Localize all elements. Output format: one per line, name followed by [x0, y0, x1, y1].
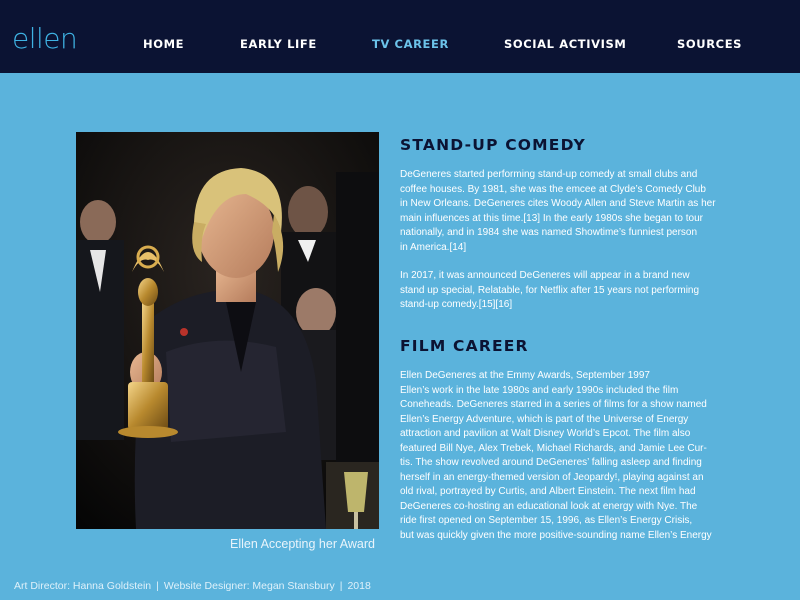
text-line: ride first opened on September 15, 1996,…	[400, 515, 693, 526]
separator: |	[156, 580, 159, 592]
standup-paragraph-2: In 2017, it was announced DeGeneres will…	[400, 269, 752, 313]
text-line: featured Bill Nye, Alex Trebek, Michael …	[400, 442, 707, 454]
main-nav: HOME EARLY LIFE TV CAREER SOCIAL ACTIVIS…	[0, 36, 800, 54]
nav-home[interactable]: HOME	[143, 36, 184, 52]
text-line: Coneheads. DeGeneres starred in a series…	[400, 399, 707, 410]
text-line: stand-up comedy.[15][16]	[400, 299, 513, 310]
top-navigation-bar: ellen HOME EARLY LIFE TV CAREER SOCIAL A…	[0, 0, 800, 73]
text-line: DeGeneres started performing stand-up co…	[400, 169, 698, 180]
standup-paragraph-1: DeGeneres started performing stand-up co…	[400, 168, 752, 255]
text-line: attraction and pavilion at Walt Disney W…	[400, 428, 691, 439]
text-line: nationally, and in 1984 she was named Sh…	[400, 227, 698, 238]
text-line: Ellen’s work in the late 1980s and early…	[400, 384, 679, 396]
nav-tv-career[interactable]: TV CAREER	[372, 36, 449, 52]
film-career-paragraph: Ellen DeGeneres at the Emmy Awards, Sept…	[400, 369, 752, 543]
text-line: but was quickly given the more positive-…	[400, 529, 712, 541]
text-line: tis. The show revolved around DeGeneres’…	[400, 457, 702, 468]
nav-social-activism[interactable]: SOCIAL ACTIVISM	[504, 36, 626, 52]
credits-footer: Art Director: Hanna Goldstein | Website De…	[14, 579, 371, 593]
text-line: stand up special, Relatable, for Netflix…	[400, 284, 700, 296]
text-line: In 2017, it was announced DeGeneres will…	[400, 270, 690, 281]
text-line: DeGeneres co-hosting an educational look…	[400, 500, 698, 512]
ellen-award-photo	[76, 132, 379, 529]
text-line: Ellen DeGeneres at the Emmy Awards, Sept…	[400, 370, 650, 381]
text-line: main influences at this time.[13] In the…	[400, 212, 703, 224]
photo-caption: Ellen Accepting her Award	[229, 537, 375, 551]
text-line: herself in an energy-themed version of J…	[400, 471, 704, 483]
standup-heading: STAND-UP COMEDY	[400, 136, 586, 154]
designer-credit: Website Designer: Megan Stansbury	[163, 580, 335, 592]
art-director-credit: Art Director: Hanna Goldstein	[14, 580, 152, 592]
nav-sources[interactable]: SOURCES	[677, 36, 742, 52]
text-line: in New Orleans. DeGeneres cites Woody Al…	[400, 198, 716, 209]
separator: |	[339, 580, 343, 592]
film-career-heading: FILM CAREER	[400, 337, 529, 355]
nav-early-life[interactable]: EARLY LIFE	[240, 36, 317, 52]
text-line: Ellen’s Energy Adventure, which is part …	[400, 413, 689, 425]
text-line: coffee houses. By 1981, she was the emce…	[400, 183, 706, 195]
text-line: old rival, portrayed by Curtis, and Albe…	[400, 486, 696, 497]
footer-year: 2018	[347, 580, 371, 592]
text-line: in America.[14]	[400, 241, 467, 253]
